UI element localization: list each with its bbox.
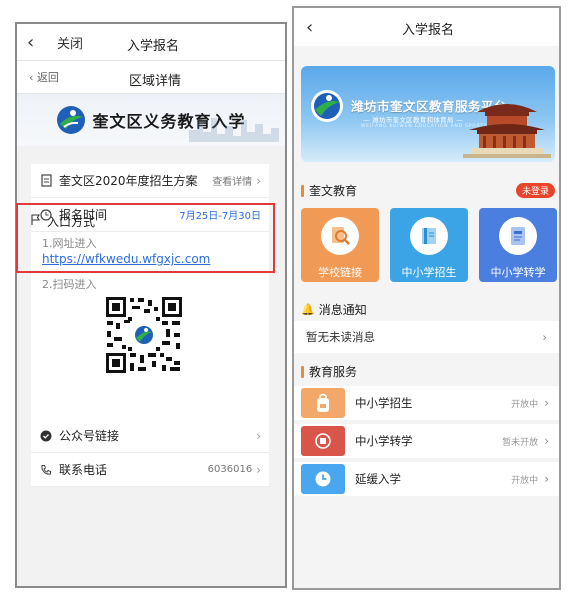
service-row-enrollment[interactable]: 中小学招生 开放中 › xyxy=(294,386,559,420)
plan-row[interactable]: 奎文区2020年度招生方案 查看详情 › xyxy=(31,164,269,198)
service-status: 暂未开放 xyxy=(502,437,539,448)
page-title: 入学报名 xyxy=(127,39,180,54)
wechat-icon xyxy=(39,429,53,443)
platform-banner: 潍坊市奎文区教育服务平台 — 潍坊市奎文区教育和体育局 — WEIFANG KU… xyxy=(301,66,555,162)
transfer-doc-icon xyxy=(499,217,537,255)
section-header-notice: 🔔 消息通知 xyxy=(301,301,555,318)
wechat-row[interactable]: 公众号链接 › xyxy=(31,419,269,453)
phone-icon xyxy=(39,463,53,477)
chevron-left-icon[interactable]: ‹ xyxy=(27,32,43,53)
contact-card: 公众号链接 › 联系电话 6036016 › xyxy=(31,419,269,487)
book-icon xyxy=(410,217,448,255)
district-hero: 奎文区义务教育入学 xyxy=(17,94,285,146)
chevron-right-icon: › xyxy=(544,396,549,410)
tile-school-link[interactable]: 学校链接 xyxy=(301,208,379,282)
feature-tiles: 学校链接 中小学招生 中小学转学 xyxy=(301,208,559,282)
login-status-badge[interactable]: 未登录 xyxy=(515,183,555,198)
top-nav-bar: ‹ 入学报名 xyxy=(294,8,559,46)
sub-nav-bar: ‹ 返回 区域详情 xyxy=(17,61,285,94)
right-phone-screen: ‹ 入学报名 潍坊市奎文区教育服务平台 — 潍坊市奎文区教育和体育局 — WEI… xyxy=(292,6,561,590)
banner-subtitle: — 潍坊市奎文区教育和体育局 — xyxy=(363,116,463,124)
tile-label: 中小学转学 xyxy=(490,266,546,279)
close-button[interactable]: 关闭 xyxy=(57,33,83,52)
backpack-icon xyxy=(301,388,345,418)
section-title: 教育服务 xyxy=(309,365,358,379)
wechat-label: 公众号链接 xyxy=(59,429,120,443)
notice-message: 暂无未读消息 xyxy=(306,330,375,344)
service-row-transfer[interactable]: 中小学转学 暂未开放 › xyxy=(294,424,559,458)
search-school-icon xyxy=(321,217,359,255)
chevron-right-icon: › xyxy=(256,173,261,188)
transfer-icon xyxy=(301,426,345,456)
tile-label: 中小学招生 xyxy=(401,266,457,279)
highlight-box xyxy=(16,203,275,273)
chevron-left-icon[interactable]: ‹ xyxy=(306,17,313,38)
clock-icon xyxy=(301,464,345,494)
back-button[interactable]: ‹ 返回 xyxy=(29,69,59,85)
service-label: 中小学转学 xyxy=(355,434,413,448)
notice-row[interactable]: 暂无未读消息 › xyxy=(294,321,559,353)
section-header-services: 教育服务 xyxy=(301,363,555,380)
chevron-right-icon: › xyxy=(544,472,549,486)
top-nav-bar: ‹ 关闭 入学报名 xyxy=(17,24,285,61)
chevron-right-icon: › xyxy=(544,434,549,448)
phone-label: 联系电话 xyxy=(59,463,108,477)
section-accent xyxy=(301,184,304,197)
phone-value: 6036016 xyxy=(207,464,253,475)
entry-method-2: 2.扫码进入 xyxy=(42,278,97,291)
tile-transfer[interactable]: 中小学转学 xyxy=(479,208,557,282)
service-row-deferral[interactable]: 延缓入学 开放中 › xyxy=(294,462,559,496)
temple-illustration xyxy=(463,104,551,158)
section-header-education: 奎文教育 未登录 xyxy=(301,182,555,199)
chevron-right-icon: › xyxy=(256,428,261,443)
bell-icon: 🔔 xyxy=(301,303,315,316)
plan-detail-link[interactable]: 查看详情 xyxy=(212,173,252,188)
plan-label: 奎文区2020年度招生方案 xyxy=(59,174,198,188)
sub-page-title: 区域详情 xyxy=(129,74,182,89)
skyline-decoration xyxy=(189,118,279,142)
service-label: 延缓入学 xyxy=(355,472,401,486)
chevron-right-icon: › xyxy=(256,462,261,477)
chevron-right-icon: › xyxy=(542,330,547,344)
phone-row[interactable]: 联系电话 6036016 › xyxy=(31,453,269,487)
section-title: 消息通知 xyxy=(318,303,367,317)
service-label: 中小学招生 xyxy=(355,396,413,410)
document-icon xyxy=(39,174,53,188)
service-status: 开放中 xyxy=(511,475,539,486)
section-accent xyxy=(301,365,304,378)
tile-label: 学校链接 xyxy=(318,266,362,279)
education-logo-icon xyxy=(57,106,86,134)
qr-code-image xyxy=(104,295,184,375)
section-title: 奎文教育 xyxy=(309,184,358,198)
page-title: 入学报名 xyxy=(402,23,455,38)
education-logo-icon xyxy=(311,90,343,122)
service-status: 开放中 xyxy=(511,399,539,410)
tile-enrollment[interactable]: 中小学招生 xyxy=(390,208,468,282)
